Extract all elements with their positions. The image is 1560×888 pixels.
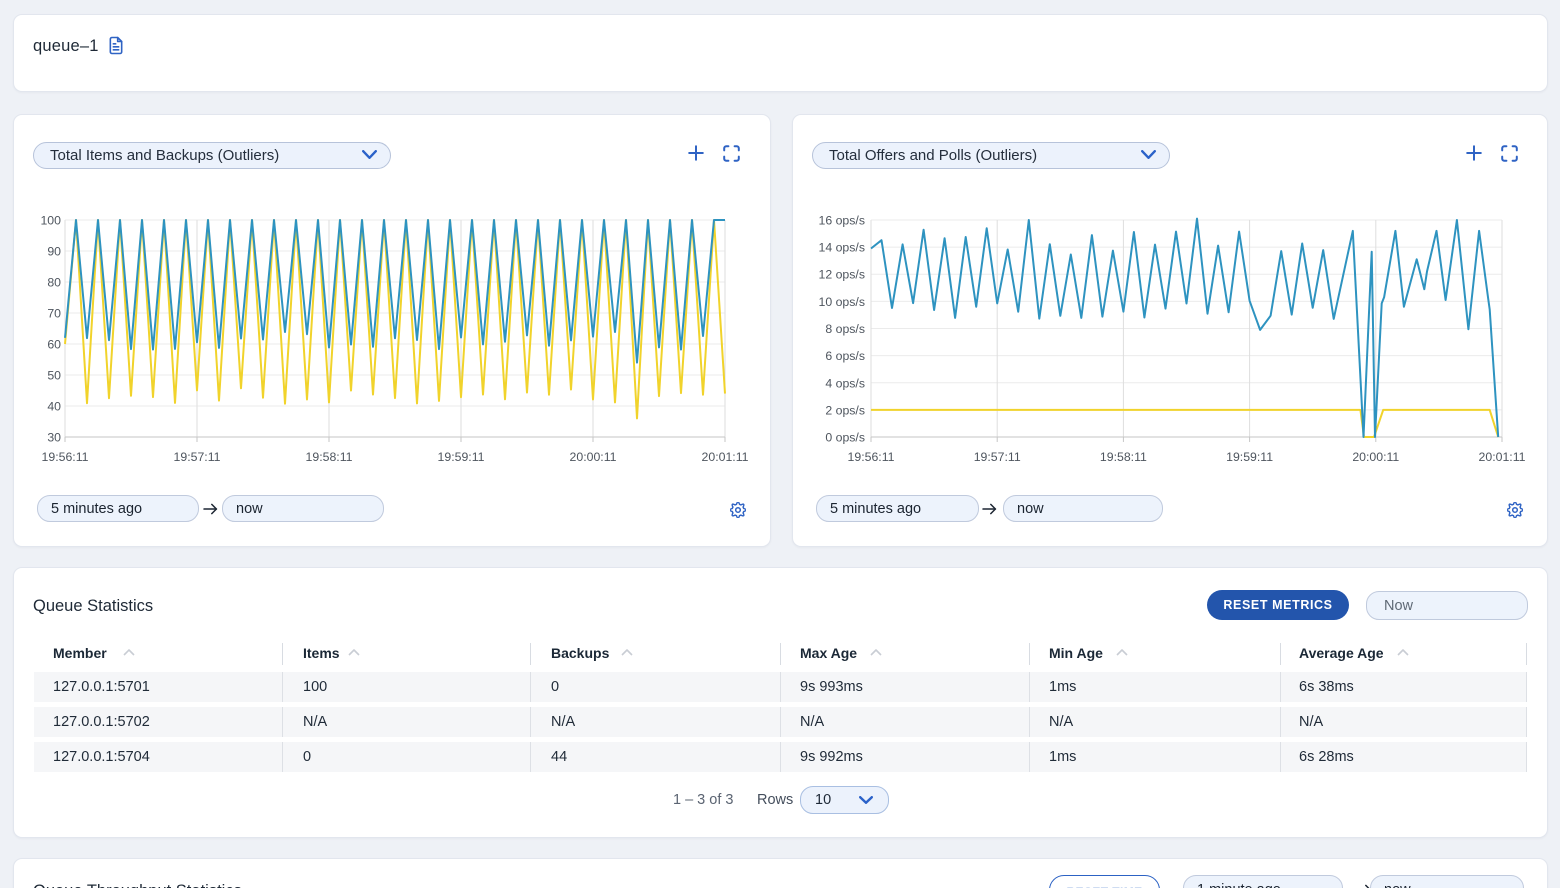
- svg-text:4 ops/s: 4 ops/s: [825, 376, 865, 390]
- svg-text:19:56:11: 19:56:11: [848, 450, 895, 464]
- svg-text:0 ops/s: 0 ops/s: [825, 431, 865, 445]
- svg-text:19:59:11: 19:59:11: [438, 450, 485, 464]
- svg-text:20:01:11: 20:01:11: [702, 450, 749, 464]
- svg-text:60: 60: [47, 338, 61, 352]
- svg-text:19:59:11: 19:59:11: [1226, 450, 1273, 464]
- svg-text:19:57:11: 19:57:11: [974, 450, 1021, 464]
- svg-text:6 ops/s: 6 ops/s: [825, 349, 865, 363]
- svg-text:20:01:11: 20:01:11: [1479, 450, 1526, 464]
- svg-text:8 ops/s: 8 ops/s: [825, 322, 865, 336]
- svg-text:16 ops/s: 16 ops/s: [819, 214, 866, 228]
- svg-text:14 ops/s: 14 ops/s: [819, 241, 866, 255]
- svg-text:12 ops/s: 12 ops/s: [819, 268, 866, 282]
- svg-text:90: 90: [47, 245, 61, 259]
- svg-text:50: 50: [47, 369, 61, 383]
- svg-text:30: 30: [47, 431, 61, 445]
- svg-text:19:58:11: 19:58:11: [1100, 450, 1147, 464]
- svg-text:80: 80: [47, 276, 61, 290]
- svg-text:40: 40: [47, 400, 61, 414]
- svg-text:19:57:11: 19:57:11: [174, 450, 221, 464]
- svg-text:2 ops/s: 2 ops/s: [825, 403, 865, 417]
- svg-text:20:00:11: 20:00:11: [1352, 450, 1399, 464]
- svg-text:19:58:11: 19:58:11: [306, 450, 353, 464]
- svg-text:70: 70: [47, 307, 61, 321]
- svg-text:10 ops/s: 10 ops/s: [819, 295, 866, 309]
- svg-text:100: 100: [40, 214, 61, 228]
- svg-text:19:56:11: 19:56:11: [42, 450, 89, 464]
- svg-text:20:00:11: 20:00:11: [570, 450, 617, 464]
